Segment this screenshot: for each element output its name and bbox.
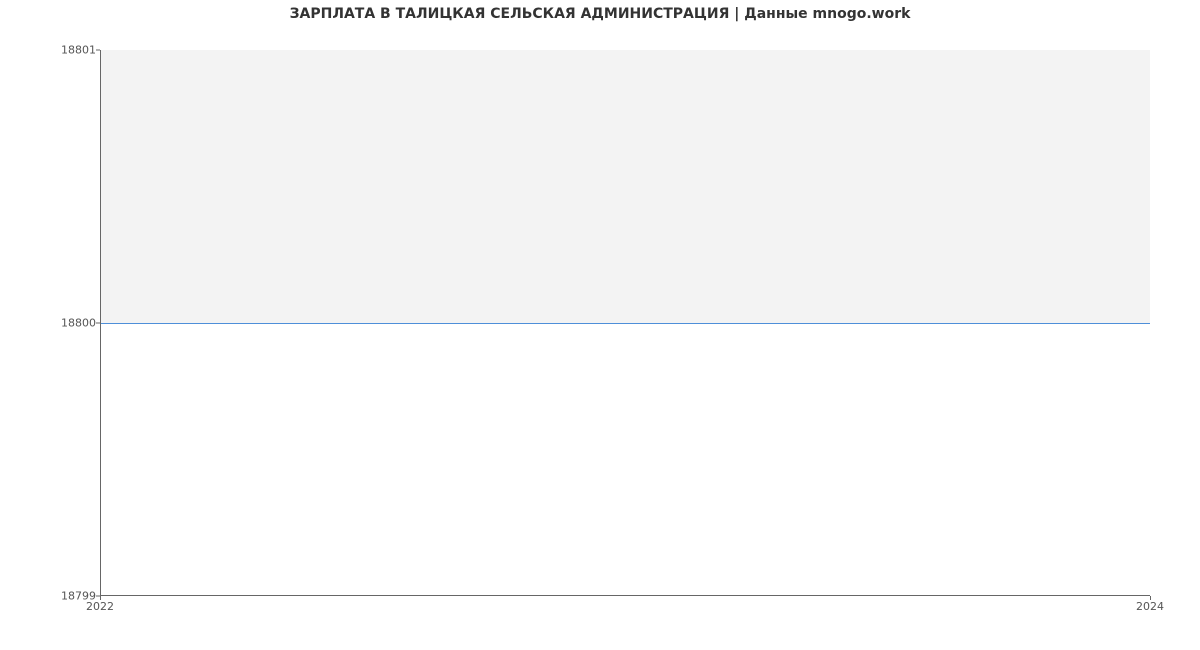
y-tick-label: 18801 bbox=[61, 44, 96, 57]
chart-title: ЗАРПЛАТА В ТАЛИЦКАЯ СЕЛЬСКАЯ АДМИНИСТРАЦ… bbox=[0, 6, 1200, 22]
data-line bbox=[100, 323, 1150, 324]
axis-spine-bottom bbox=[100, 595, 1150, 596]
x-tick-label: 2024 bbox=[1136, 600, 1164, 613]
y-tick-mark bbox=[96, 50, 100, 51]
chart-container: ЗАРПЛАТА В ТАЛИЦКАЯ СЕЛЬСКАЯ АДМИНИСТРАЦ… bbox=[0, 0, 1200, 650]
x-tick-label: 2022 bbox=[86, 600, 114, 613]
plot-background-upper bbox=[100, 50, 1150, 323]
y-tick-label: 18800 bbox=[61, 317, 96, 330]
axis-spine-left bbox=[100, 50, 101, 596]
y-tick-mark bbox=[96, 323, 100, 324]
plot-area bbox=[100, 50, 1150, 596]
plot-background-lower bbox=[100, 323, 1150, 596]
